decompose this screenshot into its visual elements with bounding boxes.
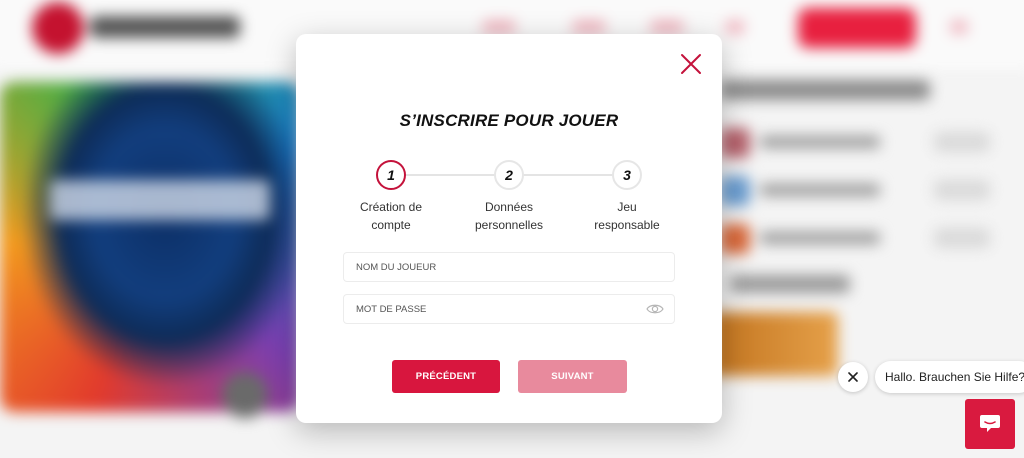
eye-icon: [646, 304, 664, 314]
step-label: Création de compte: [336, 198, 446, 234]
close-icon: [681, 54, 701, 74]
background-side-title: [720, 80, 930, 100]
step-number: 1: [376, 160, 406, 190]
step-account-creation: 1 Création de compte: [336, 160, 446, 234]
chat-icon: [980, 415, 1000, 432]
modal-title: S’INSCRIRE POUR JOUER: [399, 111, 619, 130]
password-input[interactable]: [344, 295, 674, 323]
background-hero-banner: [0, 82, 300, 412]
background-nav-item: [572, 20, 606, 34]
background-nav-item: [725, 20, 745, 34]
chat-launcher-button[interactable]: [965, 399, 1015, 449]
step-personal-data: 2 Données personnelles: [454, 160, 564, 234]
registration-modal: S’INSCRIRE POUR JOUER 1 Création de comp…: [296, 34, 722, 423]
step-responsible-gaming: 3 Jeu responsable: [572, 160, 682, 234]
close-icon: [848, 372, 858, 382]
chat-greeting[interactable]: Hallo. Brauchen Sie Hilfe?: [875, 361, 1024, 393]
step-label-line: compte: [371, 218, 411, 232]
step-label-line: Jeu: [617, 200, 637, 214]
chat-dismiss-button[interactable]: [838, 362, 868, 392]
step-number: 2: [494, 160, 524, 190]
background-subtitle: [730, 275, 850, 293]
step-label-line: Données: [484, 200, 534, 214]
background-thumbnail: [712, 312, 838, 376]
background-logo-text: [90, 16, 240, 38]
username-input[interactable]: [344, 253, 674, 281]
step-label-line: Création de: [359, 200, 423, 214]
step-label-line: personnelles: [474, 218, 544, 232]
step-label-line: responsable: [594, 218, 660, 232]
background-nav-item: [482, 20, 516, 34]
previous-button[interactable]: PRÉCÉDENT: [392, 360, 500, 393]
close-button[interactable]: [680, 53, 702, 75]
password-field: [343, 294, 675, 324]
show-password-button[interactable]: [646, 302, 664, 321]
background-list-row: [720, 120, 990, 166]
background-nav-item: [650, 20, 684, 34]
background-nav-item: [950, 20, 968, 34]
step-number: 3: [612, 160, 642, 190]
background-cta-button: [798, 8, 916, 48]
background-avatar: [222, 372, 268, 418]
step-label: Données personnelles: [454, 198, 564, 234]
next-button[interactable]: SUIVANT: [518, 360, 627, 393]
background-logo: [32, 2, 84, 54]
username-field: [343, 252, 675, 282]
step-label: Jeu responsable: [572, 198, 682, 234]
background-list-row: [720, 216, 990, 262]
background-list-row: [720, 168, 990, 214]
background-hero-text: [50, 180, 270, 220]
